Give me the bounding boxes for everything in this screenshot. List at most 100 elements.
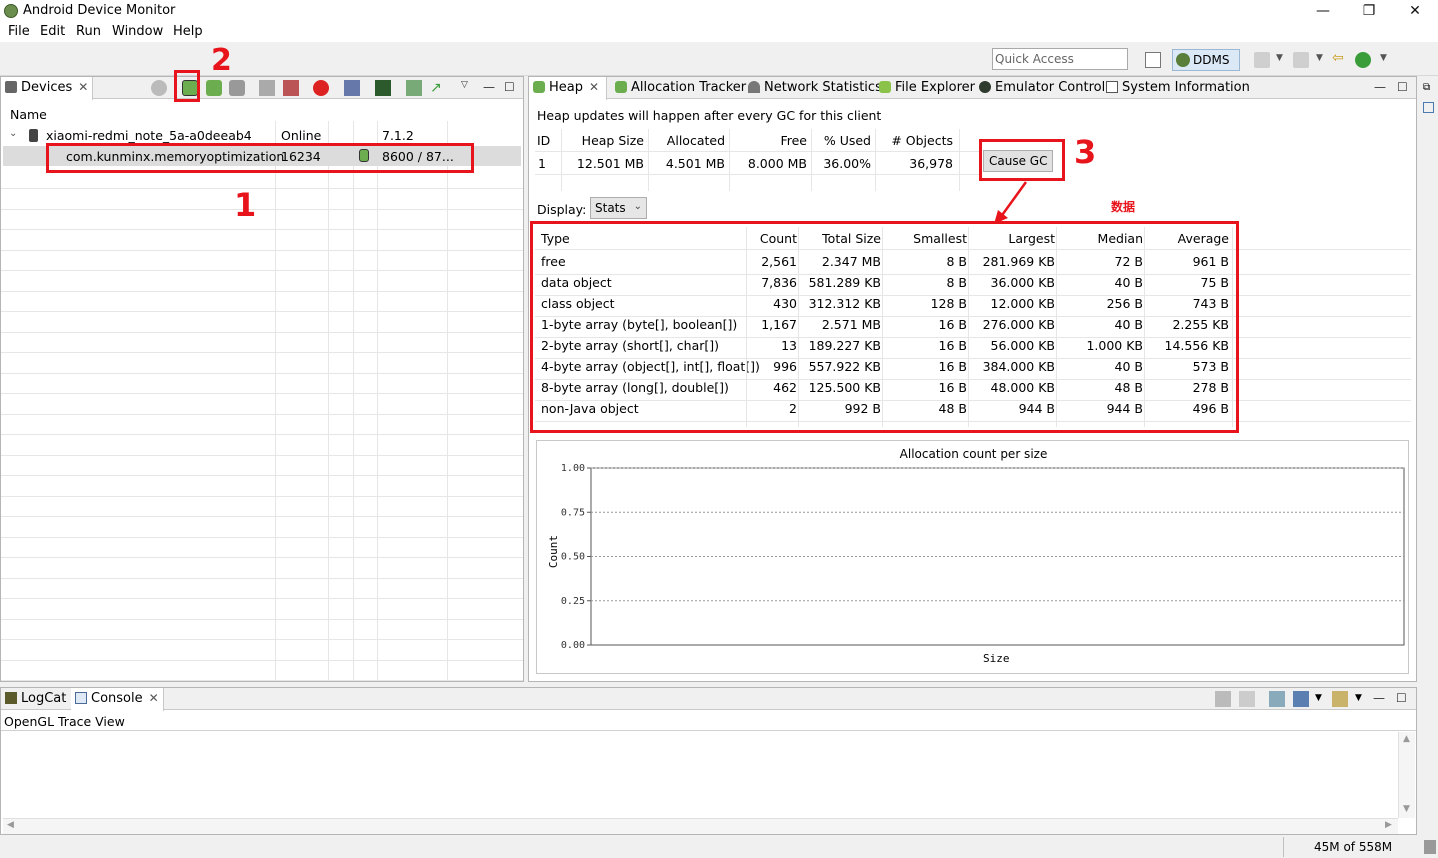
- summary-cell: 36,978: [909, 156, 953, 171]
- back-arrow-icon[interactable]: ⇦: [1332, 50, 1344, 66]
- gc-trash-icon[interactable]: [229, 80, 245, 96]
- horizontal-scrollbar[interactable]: ◀ ▶: [3, 818, 1398, 834]
- menu-help[interactable]: Help: [173, 24, 203, 39]
- row-line: [1, 454, 523, 456]
- minimize-view-icon[interactable]: —: [483, 80, 495, 94]
- heap-status[interactable]: 45M of 558M: [1283, 837, 1423, 857]
- row-line: [1, 659, 523, 661]
- menu-window[interactable]: Window: [112, 24, 163, 39]
- menu-run[interactable]: Run: [76, 24, 101, 39]
- dropdown-arrow-icon[interactable]: ▼: [1316, 53, 1323, 63]
- sysinfo-tab-label: System Information: [1122, 80, 1250, 95]
- scroll-down-icon[interactable]: ▼: [1403, 804, 1410, 814]
- row-line: [1, 352, 523, 353]
- column-divider: [561, 129, 562, 191]
- annotation-number-3: 3: [1074, 133, 1097, 171]
- chevron-down-icon[interactable]: ⌄: [9, 128, 17, 139]
- run-icon[interactable]: [1355, 52, 1371, 68]
- column-divider: [875, 129, 876, 191]
- minimized-view-icon[interactable]: [1423, 102, 1434, 113]
- scroll-left-icon[interactable]: ◀: [7, 820, 14, 830]
- display-select[interactable]: Stats ⌄: [590, 197, 647, 219]
- tab-heap[interactable]: Heap ✕: [529, 77, 607, 100]
- menu-edit[interactable]: Edit: [40, 24, 65, 39]
- systrace-icon[interactable]: [406, 80, 422, 96]
- summary-header-3[interactable]: Free: [731, 133, 807, 148]
- allocation-chart: Allocation count per size 0.00 0.25 0.50 0.…: [536, 440, 1409, 674]
- minimize-view-icon[interactable]: —: [1373, 691, 1385, 705]
- summary-header-5[interactable]: # Objects: [877, 133, 953, 148]
- title-bar: Android Device Monitor — ❐ ✕: [0, 0, 1438, 22]
- pin-console-icon[interactable]: [1269, 691, 1285, 707]
- vertical-scrollbar[interactable]: ▲ ▼: [1398, 732, 1415, 818]
- maximize-view-icon[interactable]: ☐: [1397, 80, 1408, 94]
- dropdown-arrow-icon[interactable]: ▼: [1380, 53, 1387, 63]
- export-icon[interactable]: [1293, 52, 1309, 68]
- tab-devices[interactable]: Devices ✕: [1, 77, 94, 100]
- summary-cell: 12.501 MB: [576, 156, 644, 171]
- debug-bug-icon[interactable]: [151, 80, 167, 96]
- emulator-tab-label: Emulator Control: [995, 80, 1106, 95]
- tab-system-information[interactable]: System Information: [1102, 77, 1254, 99]
- row-line: [1, 311, 523, 312]
- column-header-name[interactable]: Name: [10, 107, 47, 122]
- maximize-view-icon[interactable]: ☐: [504, 80, 515, 94]
- heap-icon: [533, 81, 545, 93]
- ddms-perspective-button[interactable]: DDMS: [1172, 49, 1240, 71]
- close-icon[interactable]: ✕: [589, 80, 599, 94]
- row-line: [1, 639, 523, 640]
- device-name[interactable]: xiaomi-redmi_note_5a-a0deeab4: [46, 128, 252, 143]
- display-console-icon[interactable]: [1293, 691, 1309, 707]
- dump-view-hierarchy-icon[interactable]: [375, 80, 391, 96]
- menu-file[interactable]: File: [8, 24, 30, 39]
- summary-header-2[interactable]: Allocated: [650, 133, 725, 148]
- close-icon[interactable]: ✕: [149, 691, 159, 705]
- summary-cell: 4.501 MB: [665, 156, 725, 171]
- scroll-up-icon[interactable]: ▲: [1403, 734, 1410, 744]
- close-icon[interactable]: ✕: [78, 80, 88, 94]
- tab-file-explorer[interactable]: File Explorer: [875, 77, 979, 99]
- restore-button[interactable]: ❐: [1346, 0, 1392, 22]
- annotation-box-3: [979, 139, 1065, 181]
- tab-network-statistics[interactable]: Network Statistics: [744, 77, 886, 99]
- tab-logcat[interactable]: LogCat: [1, 688, 70, 710]
- open-perspective-icon[interactable]: [1145, 52, 1161, 68]
- quick-access-input[interactable]: Quick Access: [992, 48, 1128, 70]
- row-line: [1, 188, 523, 189]
- dropdown-arrow-icon[interactable]: ▼: [1276, 53, 1283, 63]
- minimize-button[interactable]: —: [1300, 0, 1346, 22]
- console-tab-label: Console: [91, 691, 143, 706]
- y-tick-label: 0.50: [561, 552, 585, 563]
- devices-tabstrip: Devices ✕ ↗ ▽ — ☐: [1, 77, 523, 100]
- row-line: [1, 680, 523, 681]
- start-tracing-icon[interactable]: [283, 80, 299, 96]
- view-menu-icon[interactable]: ▽: [461, 80, 468, 90]
- scroll-lock-icon[interactable]: [1239, 691, 1255, 707]
- restore-icon[interactable]: ⧉: [1423, 82, 1430, 93]
- clear-console-icon[interactable]: [1215, 691, 1231, 707]
- summary-header-4[interactable]: % Used: [813, 133, 871, 148]
- maximize-view-icon[interactable]: ☐: [1396, 691, 1407, 705]
- dump-hprof-icon[interactable]: [206, 80, 222, 96]
- summary-header-0[interactable]: ID: [537, 133, 550, 148]
- row-line: [1, 557, 523, 558]
- screen-capture-icon[interactable]: [344, 80, 360, 96]
- gc-trash-icon[interactable]: [1424, 840, 1436, 854]
- close-button[interactable]: ✕: [1392, 0, 1438, 22]
- phone-icon: [29, 129, 38, 142]
- open-console-icon[interactable]: [1332, 691, 1348, 707]
- android-icon: [879, 81, 891, 93]
- dropdown-arrow-icon[interactable]: ▼: [1355, 693, 1362, 703]
- tab-console[interactable]: Console ✕: [71, 688, 164, 711]
- stop-process-icon[interactable]: [313, 80, 329, 96]
- summary-header-1[interactable]: Heap Size: [563, 133, 644, 148]
- row-line: [1, 229, 523, 230]
- opengl-trace-icon[interactable]: ↗: [430, 80, 446, 96]
- dropdown-arrow-icon[interactable]: ▼: [1315, 693, 1322, 703]
- import-icon[interactable]: [1254, 52, 1270, 68]
- minimize-view-icon[interactable]: —: [1374, 80, 1386, 94]
- update-threads-icon[interactable]: [259, 80, 275, 96]
- tab-allocation-tracker[interactable]: Allocation Tracker: [611, 77, 750, 99]
- scroll-right-icon[interactable]: ▶: [1385, 820, 1392, 830]
- tab-emulator-control[interactable]: Emulator Control: [975, 77, 1109, 99]
